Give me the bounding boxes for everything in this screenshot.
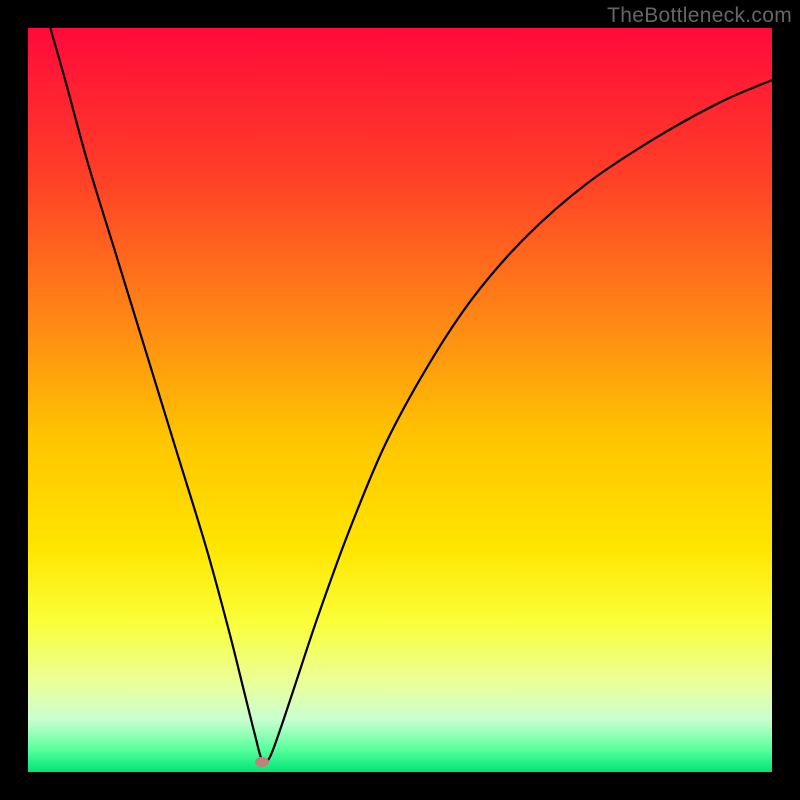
watermark-text: TheBottleneck.com bbox=[607, 4, 792, 28]
plot-area bbox=[28, 28, 772, 772]
chart-container: TheBottleneck.com bbox=[0, 0, 800, 800]
chart-svg bbox=[28, 28, 772, 772]
optimal-point-marker bbox=[255, 757, 269, 767]
chart-background bbox=[28, 28, 772, 772]
